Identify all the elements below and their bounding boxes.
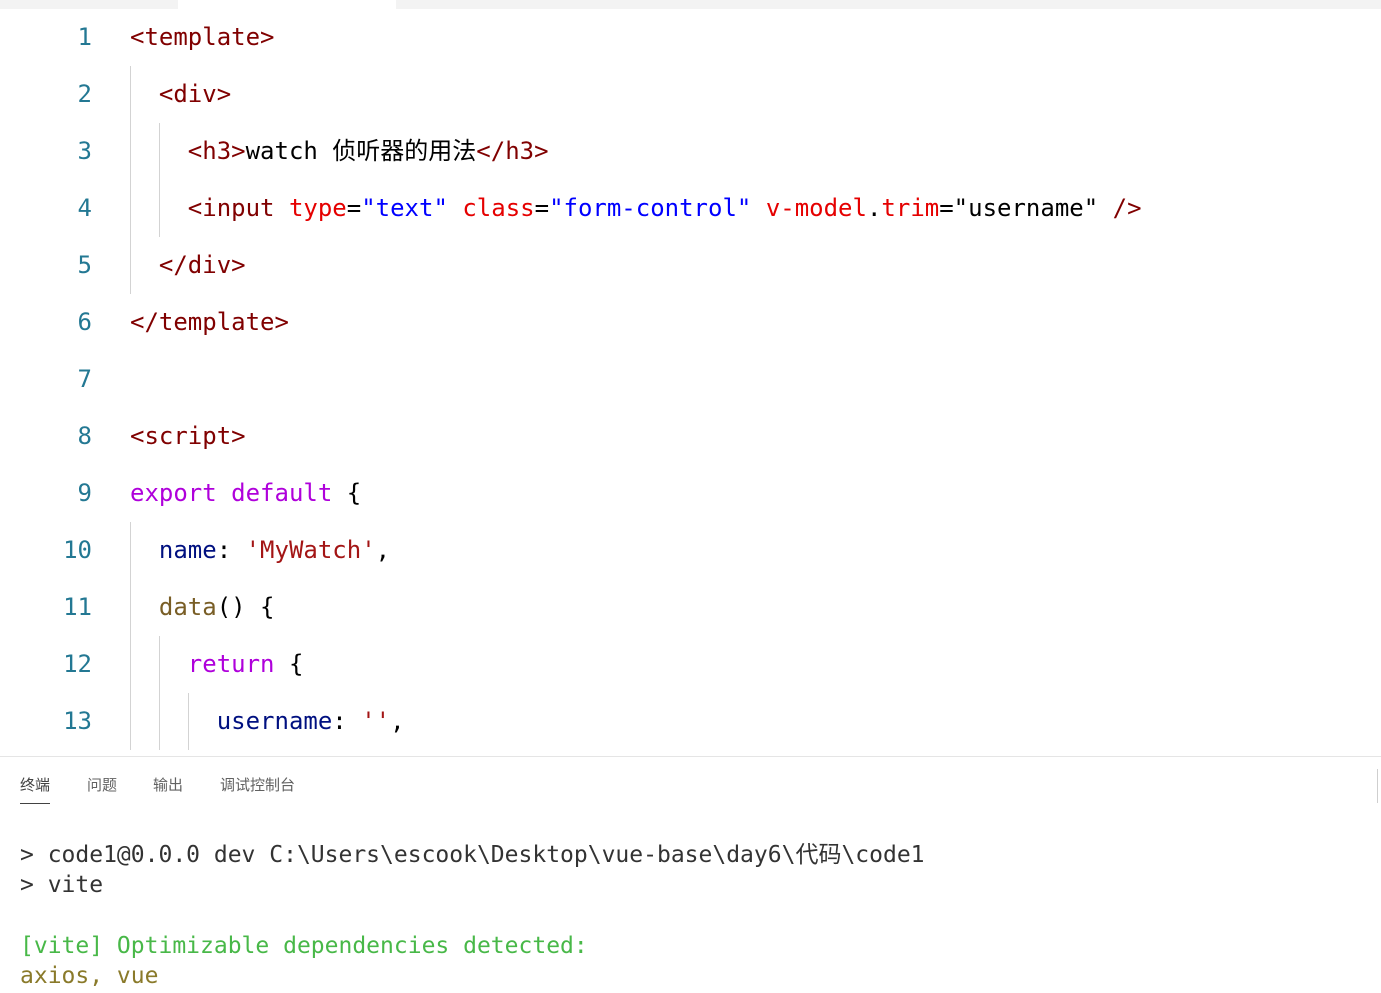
code-editor[interactable]: 1 <template> 2 <div> 3 <h3>watch 侦听器的用法</h3… [0,9,1381,756]
code-line[interactable]: 5 </div> [0,237,1381,294]
line-number: 11 [63,593,92,621]
active-editor-tab[interactable] [178,0,396,9]
terminal-line-command: > code1@0.0.0 dev C:\Users\escook\Deskto… [20,842,925,868]
code-text: name: 'MyWatch', [130,522,390,579]
code-line[interactable]: 4 <input type="text" class="form-control… [0,180,1381,237]
code-token: () { [216,593,275,621]
code-token: : [332,707,362,735]
code-token: , [390,707,405,735]
terminal-line-vite: > vite [20,872,104,898]
tab-output[interactable]: 输出 [153,775,183,797]
line-number: 10 [63,536,92,564]
bottom-panel: 终端 问题 输出 调试控制台 > code1@0.0.0 dev C:\User… [0,756,1381,993]
code-line[interactable]: 7 [0,351,1381,408]
line-number: 9 [77,479,92,507]
line-number: 5 [77,251,92,279]
code-token: { [332,479,362,507]
line-number: 1 [77,23,92,51]
line-number: 7 [77,365,92,393]
line-number: 8 [77,422,92,450]
code-line[interactable]: 8 <script> [0,408,1381,465]
tab-debug-console[interactable]: 调试控制台 [220,775,295,797]
code-token: : [216,536,246,564]
line-number: 6 [77,308,92,336]
code-token: v-model [765,194,867,222]
code-token: 'MyWatch' [245,536,376,564]
code-text: </template> [130,294,289,351]
code-token: watch [245,137,333,165]
code-token: , [375,536,391,564]
code-token: type [288,194,347,222]
code-text: </div> [130,237,246,294]
code-line[interactable]: 2 <div> [0,66,1381,123]
line-number: 3 [77,137,92,165]
code-token: 侦听器的用法 [332,137,477,165]
code-token: "username" [953,194,1099,222]
code-token: </div> [130,251,246,279]
code-token: <template> [130,23,275,51]
line-number: 13 [63,707,92,735]
line-number: 12 [63,650,92,678]
code-token: return [130,650,275,678]
tab-terminal[interactable]: 终端 [20,775,51,804]
code-line[interactable]: 10 name: 'MyWatch', [0,522,1381,579]
code-token: "text" [361,194,448,222]
code-token: </template> [130,308,289,336]
code-line[interactable]: 11 data() { [0,579,1381,636]
code-token: = [939,194,954,222]
code-token: <h3> [130,137,246,165]
code-line[interactable]: 6 </template> [0,294,1381,351]
terminal-line-deps: axios, vue [20,963,159,989]
editor-tab-strip [0,0,1381,9]
code-line[interactable]: 9 export default { [0,465,1381,522]
code-token: /> [1098,194,1142,222]
code-token: export [130,479,217,507]
terminal-line-optimizable: [vite] Optimizable dependencies detected… [20,933,588,959]
code-token: "form-control" [549,194,752,222]
code-token: class [462,194,535,222]
code-token: username [130,707,333,735]
code-text: <div> [130,66,231,123]
tab-problems[interactable]: 问题 [87,775,117,797]
code-token: . [866,194,882,222]
code-token: = [346,194,362,222]
code-token: { [274,650,304,678]
code-token: data [130,593,217,621]
code-token: '' [361,707,391,735]
code-text: <template> [130,9,275,66]
code-text: return { [130,636,304,693]
code-line[interactable]: 13 username: '', [0,693,1381,750]
line-number: 2 [77,80,92,108]
code-text: username: '', [130,693,405,750]
code-token: = [534,194,550,222]
code-line[interactable]: 1 <template> [0,9,1381,66]
code-token: trim [881,194,940,222]
code-text: <script> [130,408,246,465]
panel-scroll-edge[interactable] [1377,769,1381,803]
code-text: data() { [130,579,275,636]
code-token: <input [130,194,289,222]
code-line[interactable]: 3 <h3>watch 侦听器的用法</h3> [0,123,1381,180]
code-token: name [130,536,217,564]
code-text: export default { [130,465,361,522]
code-line[interactable]: 12 return { [0,636,1381,693]
code-token: <script> [130,422,246,450]
code-token: <div> [130,80,232,108]
code-token: </h3> [476,137,549,165]
line-number: 4 [77,194,92,222]
code-token: default [231,479,333,507]
code-text: <h3>watch 侦听器的用法</h3> [130,123,549,180]
code-text: <input type="text" class="form-control" … [130,180,1142,237]
